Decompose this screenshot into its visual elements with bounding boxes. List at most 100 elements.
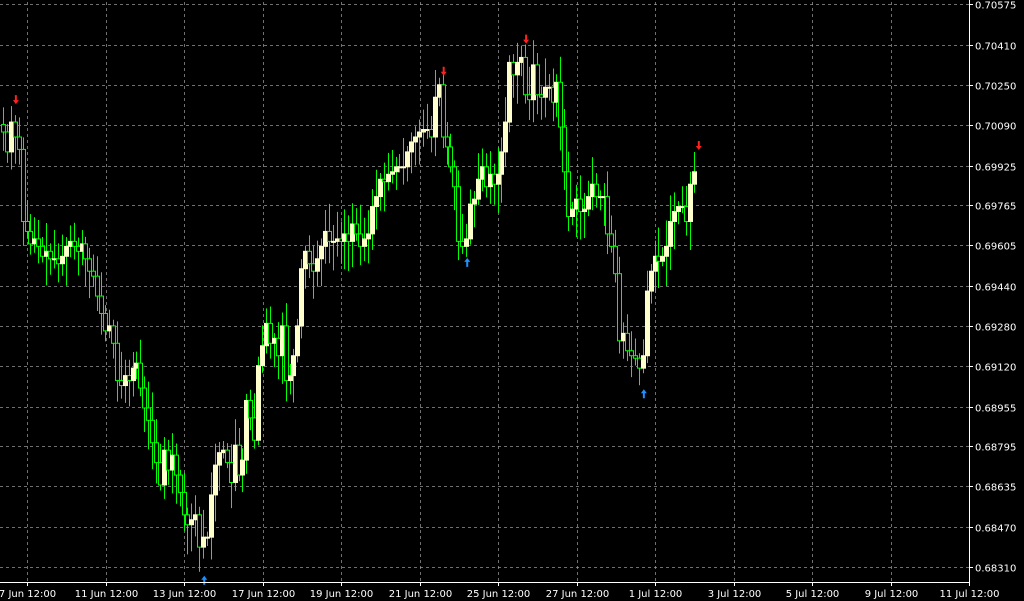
candle-bear bbox=[358, 233, 363, 247]
candle-bear bbox=[76, 245, 81, 252]
y-tick-label: 0.69605 bbox=[975, 242, 1016, 253]
candle-bear bbox=[99, 295, 104, 314]
candle-bull bbox=[543, 86, 548, 98]
candle-bear bbox=[1, 124, 6, 133]
candle-bear bbox=[311, 263, 316, 272]
candlestick-chart: 0.70575 0.70410 0.70250 0.70090 0.69925 0.697… bbox=[0, 0, 1016, 600]
candle-bull bbox=[433, 96, 438, 138]
candle-bull bbox=[162, 449, 167, 486]
candle-bull bbox=[319, 245, 324, 260]
candle-bear bbox=[166, 449, 171, 471]
candle-bull bbox=[32, 238, 37, 245]
candle-bull bbox=[68, 240, 73, 247]
candle-bear bbox=[225, 449, 230, 464]
y-tick-label: 0.69120 bbox=[975, 363, 1016, 374]
candle-bull bbox=[464, 238, 469, 247]
candle-bear bbox=[609, 233, 614, 247]
candle-bull bbox=[425, 129, 430, 132]
x-tick-label: 7 Jun 12:00 bbox=[0, 589, 56, 600]
candle-bear bbox=[511, 61, 516, 76]
candle-bull bbox=[52, 258, 57, 261]
candle-bull bbox=[303, 250, 308, 270]
candle-bull bbox=[209, 494, 214, 538]
x-tick-label: 27 Jun 12:00 bbox=[546, 589, 610, 600]
buy-arrow bbox=[201, 575, 208, 585]
candle-bear bbox=[456, 186, 461, 242]
candle-bear bbox=[56, 258, 61, 265]
candle-bull bbox=[397, 166, 402, 169]
candle-bull bbox=[547, 86, 552, 89]
candle-bear bbox=[484, 166, 489, 188]
candle-bull bbox=[645, 290, 650, 357]
candle-bull bbox=[664, 245, 669, 257]
candle-bear bbox=[492, 173, 497, 185]
candle-bull bbox=[676, 206, 681, 213]
sell-arrow bbox=[440, 66, 447, 76]
candle-bull bbox=[641, 355, 646, 369]
candle-bull bbox=[488, 173, 493, 188]
candle-bear bbox=[146, 407, 151, 421]
candle-bull bbox=[692, 171, 697, 185]
candle-bull bbox=[409, 141, 414, 153]
candle-bear bbox=[21, 148, 26, 222]
y-tick-label: 0.68955 bbox=[975, 404, 1016, 415]
candle-bear bbox=[445, 136, 450, 148]
candle-bull bbox=[598, 196, 603, 199]
candle-bull bbox=[362, 238, 367, 247]
x-tick-label: 19 Jun 12:00 bbox=[310, 589, 374, 600]
candle-bear bbox=[115, 342, 120, 382]
sell-arrow bbox=[523, 34, 530, 44]
candle-bear bbox=[354, 223, 359, 235]
buy-arrow bbox=[464, 257, 471, 267]
candle-bear bbox=[307, 250, 312, 265]
candle-bull bbox=[272, 337, 277, 344]
x-tick-label: 1 Jul 12:00 bbox=[629, 589, 683, 600]
candle-bull bbox=[331, 240, 336, 243]
x-tick-label: 11 Jun 12:00 bbox=[75, 589, 139, 600]
y-tick-label: 0.69440 bbox=[975, 283, 1016, 294]
candle-bull bbox=[291, 355, 296, 377]
candle-bull bbox=[205, 536, 210, 539]
candle-bull bbox=[323, 230, 328, 247]
candle-bull bbox=[170, 454, 175, 471]
candle-bear bbox=[95, 275, 100, 297]
candle-bear bbox=[182, 491, 187, 516]
candle-bull bbox=[649, 270, 654, 292]
candle-bear bbox=[562, 126, 567, 173]
candle-bull bbox=[64, 245, 69, 257]
candle-bull bbox=[60, 255, 65, 265]
candle-bull bbox=[660, 255, 665, 262]
candle-bear bbox=[633, 355, 638, 359]
candle-bull bbox=[335, 238, 340, 242]
y-tick-label: 0.70410 bbox=[975, 42, 1016, 53]
candle-bear bbox=[460, 240, 465, 247]
candle-bull bbox=[260, 345, 265, 367]
candle-bear bbox=[252, 417, 257, 441]
candle-bull bbox=[554, 81, 559, 103]
candle-bull bbox=[378, 178, 383, 198]
candle-bear bbox=[535, 64, 540, 96]
candle-bear bbox=[25, 220, 30, 232]
candle-bear bbox=[613, 245, 618, 275]
candle-bear bbox=[28, 230, 33, 245]
candle-bear bbox=[158, 462, 163, 486]
candle-bull bbox=[586, 196, 591, 210]
candle-bear bbox=[346, 233, 351, 242]
candle-bull bbox=[688, 183, 693, 222]
candle-bear bbox=[566, 171, 571, 218]
candle-bear bbox=[276, 337, 281, 357]
candle-bear bbox=[197, 514, 202, 548]
x-tick-label: 3 Jul 12:00 bbox=[708, 589, 762, 600]
y-tick-label: 0.70090 bbox=[975, 122, 1016, 133]
candle-bull bbox=[672, 211, 677, 222]
candle-bear bbox=[605, 196, 610, 235]
candle-bull bbox=[574, 198, 579, 210]
candle-bear bbox=[13, 121, 18, 138]
candle-bear bbox=[185, 514, 190, 526]
candle-bear bbox=[174, 454, 179, 476]
candle-bull bbox=[315, 258, 320, 272]
y-tick-label: 0.68635 bbox=[975, 483, 1016, 494]
candle-bear bbox=[429, 129, 434, 138]
candle-bear bbox=[154, 442, 159, 464]
candle-bull bbox=[201, 536, 206, 548]
